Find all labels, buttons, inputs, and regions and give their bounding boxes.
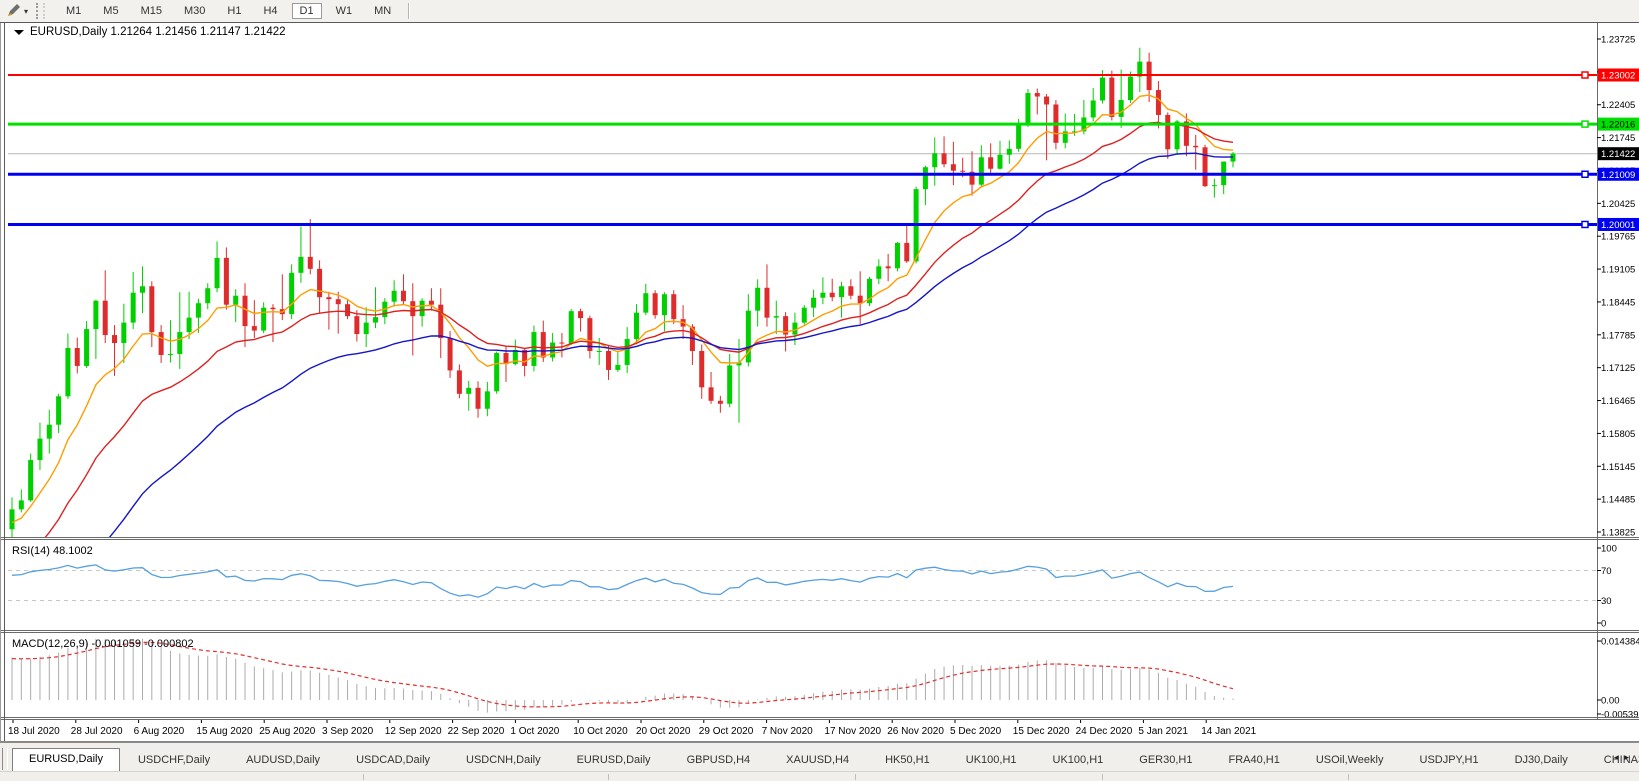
svg-text:1.21745: 1.21745 [1601, 133, 1635, 144]
chart-tab-8[interactable]: HK50,H1 [867, 750, 948, 771]
toolbar-grip[interactable] [36, 3, 45, 19]
svg-text:1.19765: 1.19765 [1601, 232, 1635, 243]
svg-text:MACD(12,26,9) -0.001059 -0.000: MACD(12,26,9) -0.001059 -0.000802 [12, 638, 194, 650]
svg-text:1.21009: 1.21009 [1601, 170, 1635, 181]
chart-tab-2[interactable]: AUDUSD,Daily [228, 750, 338, 771]
chart-tab-5[interactable]: EURUSD,Daily [559, 750, 669, 771]
svg-text:15 Aug 2020: 15 Aug 2020 [196, 726, 253, 737]
chart-tab-3[interactable]: USDCAD,Daily [338, 750, 448, 771]
chart-tab-15[interactable]: DJ30,Daily [1497, 750, 1586, 771]
svg-text:1.22016: 1.22016 [1601, 120, 1635, 131]
chart-tab-11[interactable]: GER30,H1 [1121, 750, 1210, 771]
chart-tab-13[interactable]: USOil,Weekly [1298, 750, 1402, 771]
svg-text:1.20425: 1.20425 [1601, 199, 1635, 210]
timeframe-button-w1[interactable]: W1 [328, 3, 361, 19]
svg-text:5 Jan 2021: 5 Jan 2021 [1138, 726, 1188, 737]
svg-text:RSI(14) 48.1002: RSI(14) 48.1002 [12, 545, 93, 557]
svg-text:28 Jul 2020: 28 Jul 2020 [71, 726, 123, 737]
chart-tab-0[interactable]: EURUSD,Daily [12, 748, 120, 771]
timeframe-button-h1[interactable]: H1 [219, 3, 249, 19]
svg-text:6 Aug 2020: 6 Aug 2020 [134, 726, 185, 737]
chart-tab-4[interactable]: USDCNH,Daily [448, 750, 559, 771]
timeframe-button-m5[interactable]: M5 [95, 3, 126, 19]
tab-scroll-left-icon[interactable]: ◂ [1614, 752, 1625, 762]
chart-window: 1.237251.230651.224051.217451.210851.204… [0, 22, 1639, 742]
svg-text:1.23002: 1.23002 [1601, 71, 1635, 82]
svg-text:30: 30 [1601, 596, 1612, 607]
svg-text:5 Dec 2020: 5 Dec 2020 [950, 726, 1002, 737]
svg-text:20 Oct 2020: 20 Oct 2020 [636, 726, 691, 737]
chart-tab-1[interactable]: USDCHF,Daily [120, 750, 228, 771]
tabbar-grip [2, 748, 8, 770]
svg-text:0.00: 0.00 [1601, 696, 1620, 707]
chart-tab-9[interactable]: UK100,H1 [948, 750, 1035, 771]
svg-text:14 Jan 2021: 14 Jan 2021 [1201, 726, 1256, 737]
svg-text:12 Sep 2020: 12 Sep 2020 [385, 726, 442, 737]
svg-text:-0.005398: -0.005398 [1601, 710, 1639, 721]
timeframe-button-m1[interactable]: M1 [58, 3, 89, 19]
svg-text:1.17125: 1.17125 [1601, 363, 1635, 374]
svg-text:0.014384: 0.014384 [1601, 637, 1639, 648]
svg-text:1.13825: 1.13825 [1601, 528, 1635, 539]
timeframe-button-m15[interactable]: M15 [133, 3, 170, 19]
svg-text:1.15145: 1.15145 [1601, 462, 1635, 473]
svg-text:7 Nov 2020: 7 Nov 2020 [762, 726, 814, 737]
chart-tab-10[interactable]: UK100,H1 [1035, 750, 1122, 771]
svg-text:24 Dec 2020: 24 Dec 2020 [1076, 726, 1133, 737]
svg-text:29 Oct 2020: 29 Oct 2020 [699, 726, 754, 737]
timeframe-button-m30[interactable]: M30 [176, 3, 213, 19]
pen-icon[interactable] [3, 2, 23, 20]
chart-tab-7[interactable]: XAUUSD,H4 [768, 750, 867, 771]
timeframe-button-h4[interactable]: H4 [255, 3, 285, 19]
chart-tab-6[interactable]: GBPUSD,H4 [669, 750, 769, 771]
svg-text:18 Jul 2020: 18 Jul 2020 [8, 726, 60, 737]
svg-text:EURUSD,Daily 1.21264 1.21456: EURUSD,Daily 1.21264 1.21456 1.21147 1.2… [30, 26, 286, 38]
timeframe-button-d1[interactable]: D1 [292, 3, 322, 19]
tab-scroll-right-icon[interactable]: ▸ [1624, 752, 1635, 762]
svg-text:100: 100 [1601, 544, 1617, 555]
svg-text:1.19105: 1.19105 [1601, 265, 1635, 276]
svg-text:1.20001: 1.20001 [1601, 220, 1635, 231]
chart-canvas[interactable]: 1.237251.230651.224051.217451.210851.204… [0, 22, 1639, 742]
svg-text:1.16465: 1.16465 [1601, 396, 1635, 407]
svg-text:10 Oct 2020: 10 Oct 2020 [573, 726, 628, 737]
svg-text:1 Oct 2020: 1 Oct 2020 [510, 726, 559, 737]
svg-text:1.22405: 1.22405 [1601, 100, 1635, 111]
chart-tab-12[interactable]: FRA40,H1 [1210, 750, 1297, 771]
svg-text:15 Dec 2020: 15 Dec 2020 [1013, 726, 1070, 737]
svg-text:17 Nov 2020: 17 Nov 2020 [824, 726, 881, 737]
svg-text:22 Sep 2020: 22 Sep 2020 [448, 726, 505, 737]
svg-text:0: 0 [1601, 619, 1606, 630]
svg-text:26 Nov 2020: 26 Nov 2020 [887, 726, 944, 737]
pen-dropdown-caret[interactable]: ▾ [24, 7, 28, 16]
svg-text:1.18445: 1.18445 [1601, 297, 1635, 308]
svg-text:3 Sep 2020: 3 Sep 2020 [322, 726, 374, 737]
tab-scroll-arrows: ◂▸ [1614, 752, 1635, 763]
chart-tab-bar: EURUSD,DailyUSDCHF,DailyAUDUSD,DailyUSDC… [0, 742, 1639, 771]
svg-text:1.23725: 1.23725 [1601, 35, 1635, 46]
toolbar-divider [408, 3, 410, 19]
svg-text:1.17785: 1.17785 [1601, 330, 1635, 341]
svg-text:25 Aug 2020: 25 Aug 2020 [259, 726, 316, 737]
chart-tab-14[interactable]: USDJPY,H1 [1402, 750, 1497, 771]
svg-text:1.14485: 1.14485 [1601, 495, 1635, 506]
timeframe-button-mn[interactable]: MN [366, 3, 399, 19]
svg-text:1.15805: 1.15805 [1601, 429, 1635, 440]
svg-text:1.21422: 1.21422 [1601, 149, 1635, 160]
top-toolbar: ▾ M1 M5 M15 M30 H1 H4 D1 W1 MN [0, 0, 1639, 23]
svg-text:70: 70 [1601, 566, 1612, 577]
